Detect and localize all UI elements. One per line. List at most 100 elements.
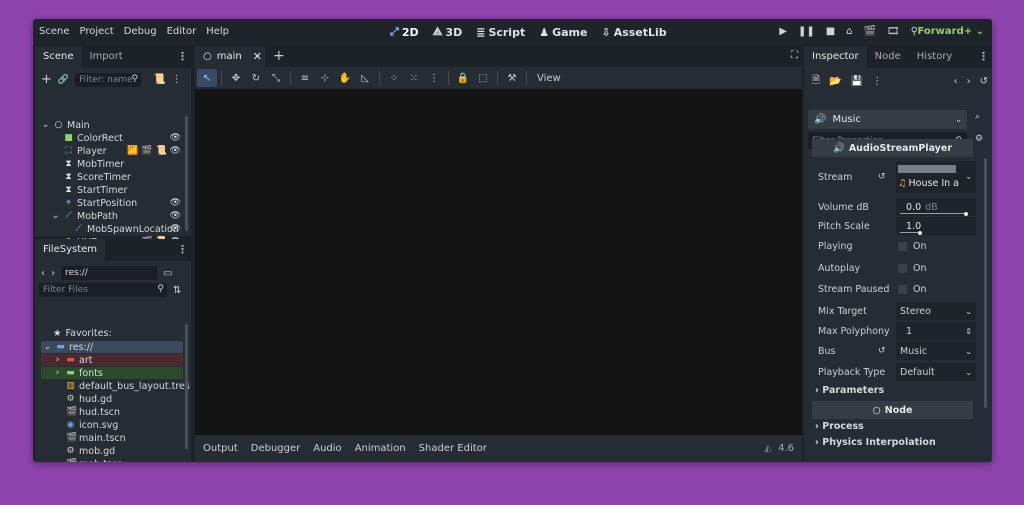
expand-arrow-icon[interactable]: ⌄ xyxy=(51,212,60,221)
volume-slider[interactable]: 0.0 dB xyxy=(896,198,976,216)
tab-filesystem[interactable]: FileSystem xyxy=(35,239,106,261)
scene-node-main[interactable]: ⌄ ○ Main xyxy=(41,120,90,131)
menu-debug[interactable]: Debug xyxy=(124,26,157,37)
file-item[interactable]: › ▬ art xyxy=(53,355,93,366)
renderer-selector[interactable]: Forward+ ⌄ xyxy=(917,26,984,37)
node-status-icons[interactable]: 👁 xyxy=(170,224,181,234)
play-custom-scene-icon[interactable]: 🎞 xyxy=(887,26,900,37)
scene-tree-scrollbar[interactable] xyxy=(185,116,188,231)
resource-menu-icon[interactable]: ⋮ xyxy=(872,76,882,87)
bottom-tab-output[interactable]: Output xyxy=(203,443,238,454)
close-icon[interactable]: ✕ xyxy=(253,50,262,63)
expand-arrow-icon[interactable]: › xyxy=(53,369,62,378)
revert-icon[interactable]: ↺ xyxy=(878,346,886,356)
node-status-icons[interactable]: 👁 xyxy=(170,211,181,221)
bottom-tab-audio[interactable]: Audio xyxy=(313,443,341,454)
play-scene-icon[interactable]: 🎬 xyxy=(864,26,876,37)
skeleton-icon[interactable]: ⚒ xyxy=(502,69,522,87)
scene-node-scoretimer[interactable]: ⧗ ScoreTimer xyxy=(51,172,130,183)
max-polyphony-spinbox[interactable]: 1 ⇕ xyxy=(896,322,976,340)
menu-scene[interactable]: Scene xyxy=(39,26,70,37)
pitch-slider[interactable]: 1.0 xyxy=(896,217,976,235)
rotate-tool-icon[interactable]: ↻ xyxy=(246,69,266,87)
pivot-tool-icon[interactable]: ⊹ xyxy=(315,69,335,87)
expand-arrow-icon[interactable]: ⌄ xyxy=(41,121,50,130)
bottom-tab-animation[interactable]: Animation xyxy=(355,443,406,454)
object-history-icon[interactable]: ↺ xyxy=(980,76,988,87)
add-node-icon[interactable]: + xyxy=(41,72,52,87)
file-item[interactable]: › ▬ fonts xyxy=(53,368,103,379)
playback-type-select[interactable]: Default ⌄ xyxy=(896,363,976,381)
tab-scene[interactable]: Scene xyxy=(35,46,82,68)
2d-viewport[interactable] xyxy=(195,67,802,435)
link-icon[interactable]: 🔗 xyxy=(58,75,69,85)
autoplay-checkbox[interactable]: On xyxy=(896,259,976,277)
file-item[interactable]: ◉ icon.svg xyxy=(53,420,119,431)
section-parameters[interactable]: › Parameters xyxy=(815,385,884,396)
menu-help[interactable]: Help xyxy=(206,26,229,37)
mix-target-select[interactable]: Stereo ⌄ xyxy=(896,302,976,320)
view-menu-button[interactable]: View xyxy=(531,73,567,84)
back-icon[interactable]: ‹ xyxy=(41,268,45,279)
scene-node-starttimer[interactable]: ⧗ StartTimer xyxy=(51,185,127,196)
revert-icon[interactable]: ↺ xyxy=(878,172,886,182)
filter-files-input[interactable]: Filter Files ⚲ xyxy=(39,283,167,297)
toggle-split-icon[interactable]: ▭ xyxy=(163,268,172,279)
select-tool-icon[interactable]: ↖ xyxy=(197,69,217,87)
selected-node-dropdown[interactable]: 🔊 Music ⌄ xyxy=(808,110,967,129)
file-item[interactable]: 🎬 hud.tscn xyxy=(53,407,120,418)
tab-node[interactable]: Node xyxy=(867,46,909,68)
history-forward-icon[interactable]: › xyxy=(967,76,971,87)
scene-node-player[interactable]: ⛶ Player xyxy=(51,146,106,157)
new-resource-icon[interactable]: 🗎 xyxy=(812,73,820,90)
stop-icon[interactable]: ■ xyxy=(826,26,835,37)
scene-node-colorrect[interactable]: ■ ColorRect xyxy=(51,133,123,144)
menu-project[interactable]: Project xyxy=(80,26,114,37)
scene-menu-icon[interactable]: ⋮ xyxy=(172,74,182,85)
doc-icon[interactable]: ⌕ xyxy=(975,112,980,122)
scale-tool-icon[interactable]: ⤡ xyxy=(266,69,286,87)
node-status-icons[interactable]: 👁 xyxy=(170,198,181,208)
lock-icon[interactable]: 🔒 xyxy=(453,69,473,87)
node-status-icons[interactable]: 👁 xyxy=(170,133,181,143)
expand-arrow-icon[interactable]: › xyxy=(53,356,62,365)
list-select-icon[interactable]: ≡ xyxy=(295,69,315,87)
file-item[interactable]: 🎬mob.tscn xyxy=(53,459,123,462)
stream-resource-picker[interactable]: ♫ House In a ⌄ xyxy=(896,161,976,193)
scene-filter-input[interactable]: Filter: name ⚲ xyxy=(75,72,142,87)
file-item[interactable]: ⚙ mob.gd xyxy=(53,446,115,457)
workspace-assetlib[interactable]: ⇩ AssetLib xyxy=(601,25,666,39)
fs-scrollbar[interactable] xyxy=(185,324,188,449)
script-icon[interactable]: 📜 xyxy=(153,74,165,85)
bottom-tab-shader-editor[interactable]: Shader Editor xyxy=(419,443,487,454)
node-status-icons[interactable]: 📶 🎬 📜 👁 xyxy=(127,146,181,156)
ruler-tool-icon[interactable]: ◺ xyxy=(355,69,375,87)
playing-checkbox[interactable]: On xyxy=(896,237,976,255)
file-item[interactable]: ⚙ hud.gd xyxy=(53,394,112,405)
distraction-free-icon[interactable]: ⛶ xyxy=(791,50,798,61)
bottom-tab-debugger[interactable]: Debugger xyxy=(251,443,301,454)
forward-icon[interactable]: › xyxy=(51,268,55,279)
snap-options-icon[interactable]: ⋮ xyxy=(424,69,444,87)
add-tab-icon[interactable]: + xyxy=(273,48,285,64)
remote-debug-icon[interactable]: ⌂ xyxy=(846,26,852,37)
group-icon[interactable]: ⬚ xyxy=(473,69,493,87)
section-process[interactable]: › Process xyxy=(815,421,864,432)
tab-import[interactable]: Import xyxy=(82,46,131,68)
play-icon[interactable]: ▶ xyxy=(779,26,787,37)
dock-menu-icon[interactable]: ⋮ xyxy=(177,50,188,63)
workspace-game[interactable]: ♟ Game xyxy=(539,25,587,39)
property-options-icon[interactable]: ⚙ xyxy=(975,134,983,144)
file-item[interactable]: 🎬 main.tscn xyxy=(53,433,126,444)
pan-tool-icon[interactable]: ✋ xyxy=(335,69,355,87)
stream-paused-checkbox[interactable]: On xyxy=(896,280,976,298)
expand-arrow-icon[interactable]: ⌄ xyxy=(43,343,52,352)
workspace-2d[interactable]: ⤢ 2D xyxy=(390,25,419,39)
bus-select[interactable]: Music ⌄ xyxy=(896,342,976,360)
spin-arrows-icon[interactable]: ⇕ xyxy=(965,327,972,336)
class-header[interactable]: 🔊 AudioStreamPlayer xyxy=(812,139,973,157)
sort-icon[interactable]: ⇅ xyxy=(173,285,181,296)
workspace-3d[interactable]: ⟁ 3D xyxy=(433,25,463,39)
history-back-icon[interactable]: ‹ xyxy=(954,76,958,87)
menu-editor[interactable]: Editor xyxy=(167,26,197,37)
